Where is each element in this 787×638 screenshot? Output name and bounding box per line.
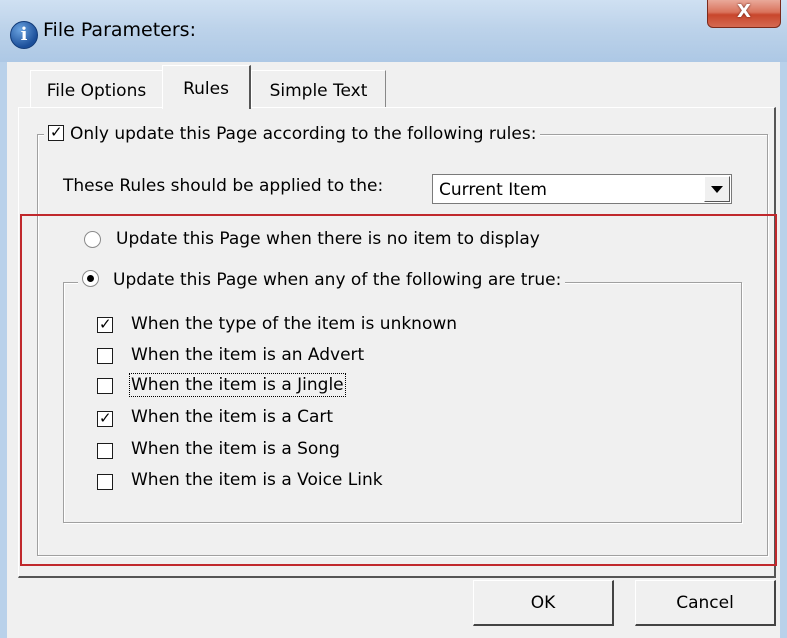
tab-label: File Options: [46, 81, 147, 101]
close-icon[interactable]: X: [708, 0, 780, 24]
tab-simple-text[interactable]: Simple Text: [251, 70, 386, 108]
cancel-button-label: Cancel: [676, 593, 734, 613]
chevron-down-icon: [711, 186, 723, 193]
cancel-button[interactable]: Cancel: [635, 580, 776, 626]
only-update-legend: ✓ Only update this Page according to the …: [44, 123, 541, 144]
only-update-checkbox[interactable]: ✓: [48, 123, 64, 141]
title-bar: i File Parameters: X: [0, 0, 787, 62]
check-icon: ✓: [50, 123, 63, 141]
dropdown-arrow-button[interactable]: [704, 176, 730, 202]
applied-to-value: Current Item: [439, 180, 547, 200]
only-update-label: Only update this Page according to the f…: [70, 124, 537, 144]
window-title: File Parameters:: [43, 19, 196, 41]
tab-file-options[interactable]: File Options: [30, 70, 163, 108]
ok-button[interactable]: OK: [473, 580, 614, 626]
tab-rules[interactable]: Rules: [162, 65, 251, 109]
window-frame-left: [0, 62, 7, 638]
tab-label: Simple Text: [269, 81, 368, 101]
applied-to-dropdown[interactable]: Current Item: [432, 174, 732, 204]
applied-to-label: These Rules should be applied to the:: [63, 176, 384, 196]
window-frame-right: [780, 62, 787, 638]
info-icon: i: [10, 21, 38, 49]
ok-button-label: OK: [530, 593, 556, 613]
close-button[interactable]: X: [707, 0, 781, 28]
tab-label: Rules: [183, 79, 229, 99]
highlight-box: [20, 214, 777, 566]
